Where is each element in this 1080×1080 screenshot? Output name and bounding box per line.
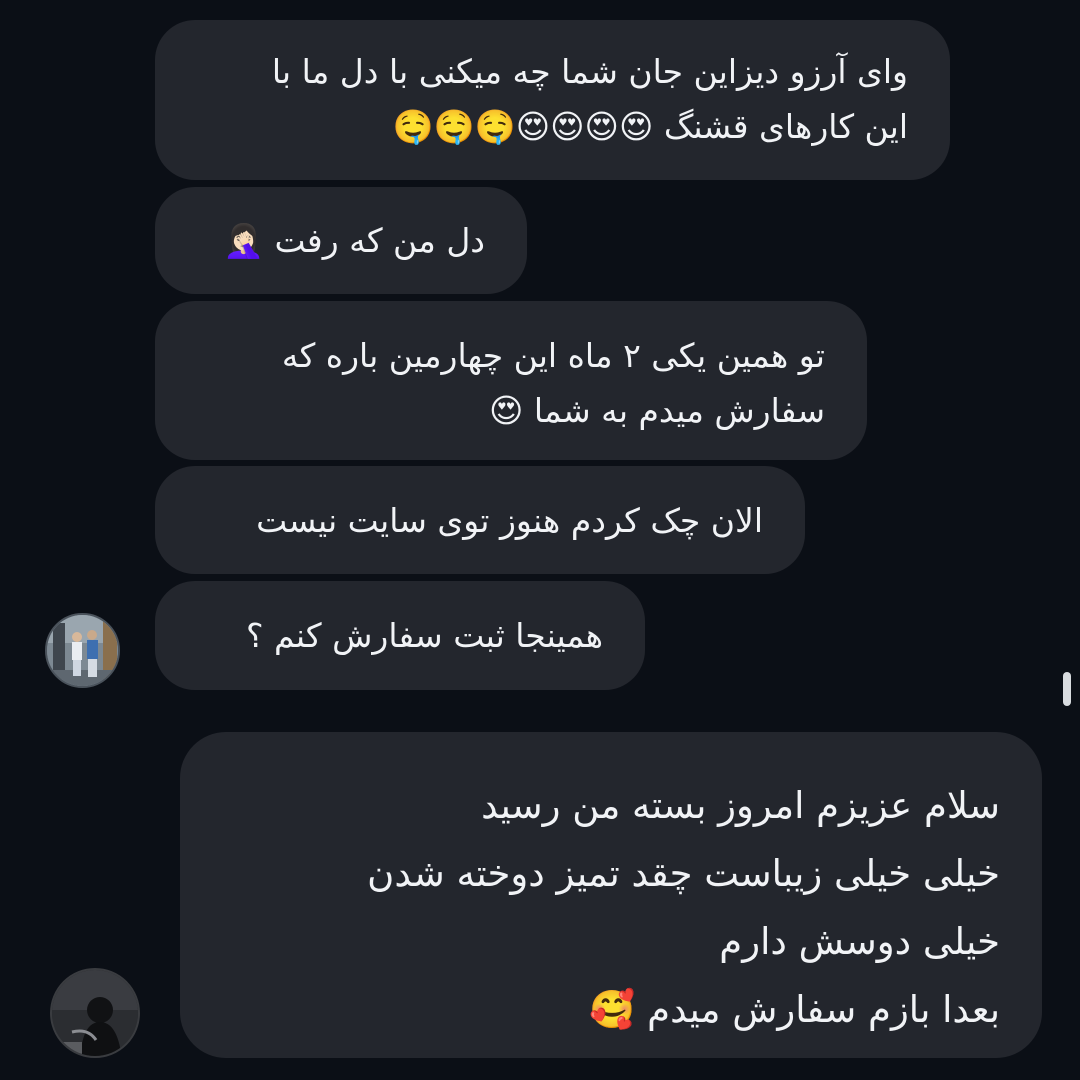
message-bubble-4[interactable]: الان چک کردم هنوز توی سایت نیست (155, 466, 805, 574)
message-bubble-3[interactable]: تو همین یکی ۲ ماه این چهارمین باره که سف… (155, 301, 867, 460)
profile-photo-icon (52, 970, 138, 1056)
scrollbar-thumb[interactable] (1063, 672, 1071, 706)
message-bubble-2[interactable]: دل من که رفت 🤦🏻‍♀️ (155, 187, 527, 294)
message-bubble-5[interactable]: همینجا ثبت سفارش کنم ؟ (155, 581, 645, 690)
sender-avatar-2[interactable] (50, 968, 140, 1058)
message-bubble-1[interactable]: وای آرزو دیزاین جان شما چه میکنی با دل م… (155, 20, 950, 180)
message-bubble-6[interactable]: سلام عزیزم امروز بسته من رسید خیلی خیلی … (180, 732, 1042, 1058)
sender-avatar-1[interactable] (45, 613, 120, 688)
profile-photo-icon (47, 615, 118, 686)
